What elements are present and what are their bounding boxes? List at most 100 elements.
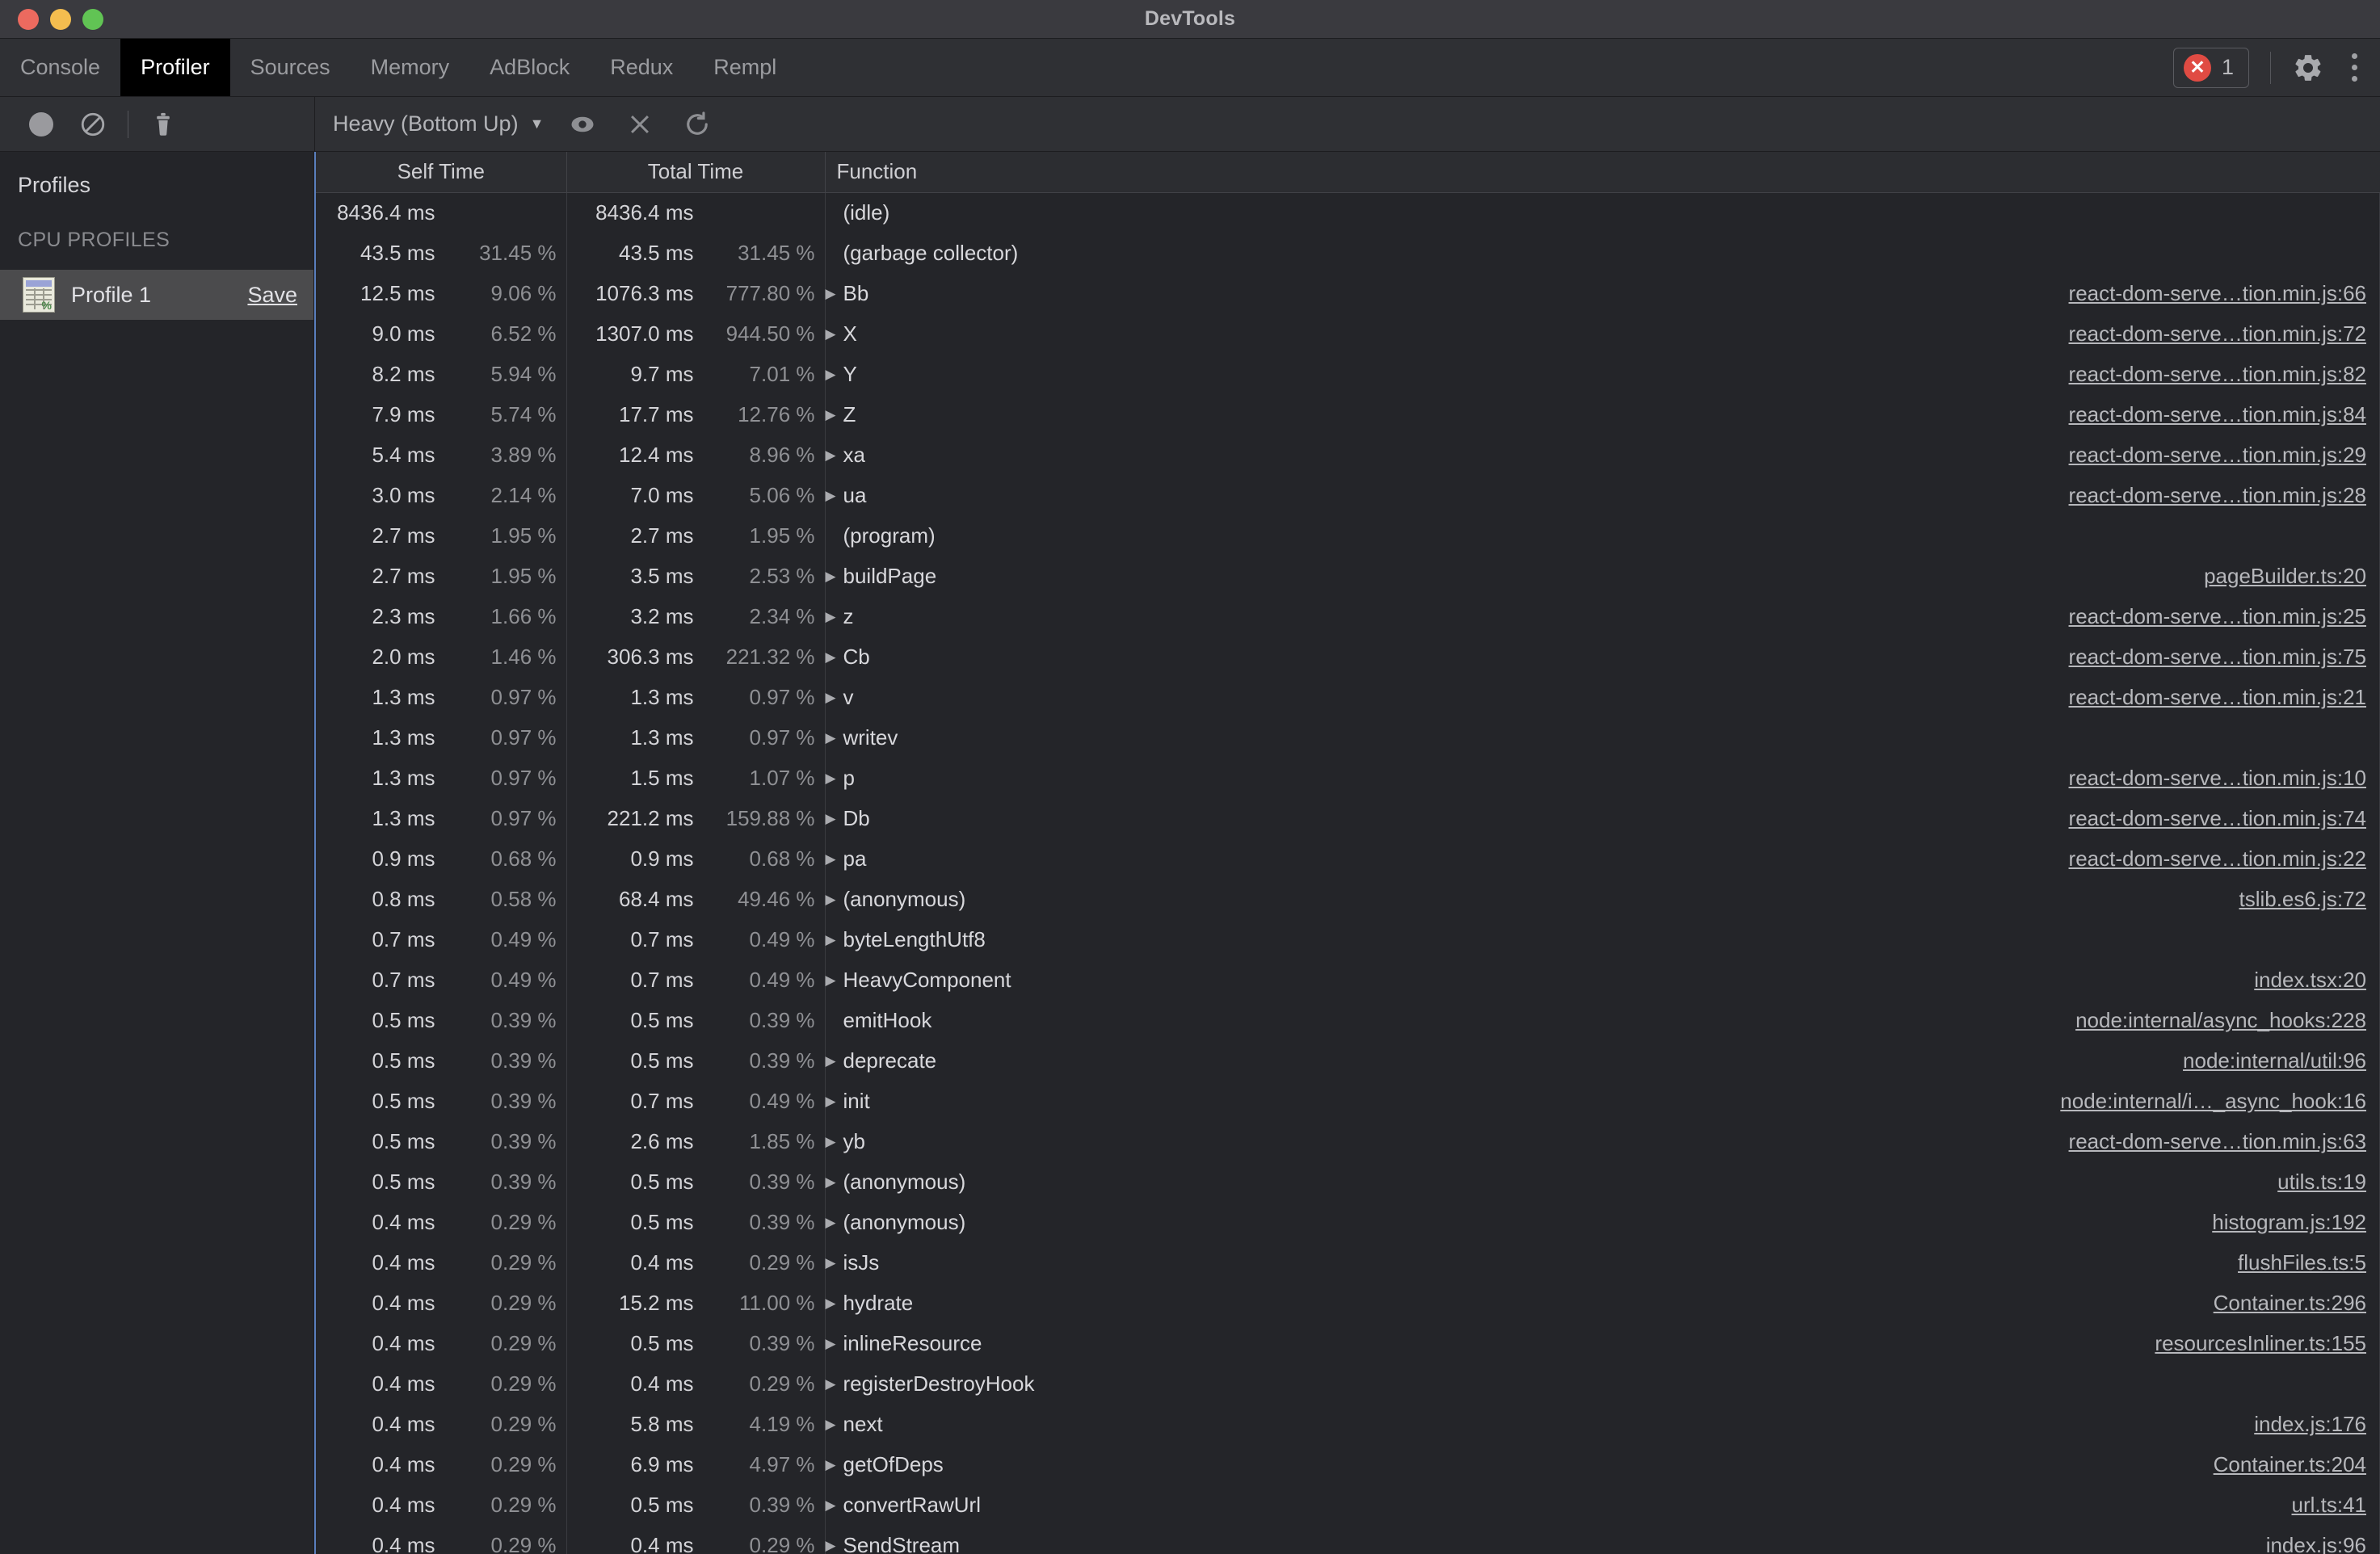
table-row[interactable]: 0.4 ms 0.29 % 15.2 ms 11.00 % ▶ hydrate Contai… — [316, 1283, 2380, 1324]
source-file-link[interactable]: react-dom-serve…tion.min.js:74 — [2069, 806, 2379, 831]
tab-memory[interactable]: Memory — [351, 39, 470, 96]
table-row[interactable]: 0.5 ms 0.39 % 0.5 ms 0.39 % ▶ (anonymous) util… — [316, 1161, 2380, 1203]
expand-triangle-icon[interactable]: ▶ — [826, 407, 843, 423]
table-row[interactable]: 0.4 ms 0.29 % 6.9 ms 4.97 % ▶ getOfDeps Contai… — [316, 1444, 2380, 1485]
table-row[interactable]: 8.2 ms 5.94 % 9.7 ms 7.01 % ▶ Yreact-dom-serv… — [316, 354, 2380, 395]
source-file-link[interactable]: histogram.js:192 — [2212, 1210, 2379, 1235]
close-x-icon[interactable] — [612, 111, 668, 138]
expand-triangle-icon[interactable]: ▶ — [826, 1417, 843, 1433]
expand-triangle-icon[interactable]: ▶ — [826, 447, 843, 464]
gear-icon[interactable] — [2292, 52, 2324, 84]
source-file-link[interactable]: react-dom-serve…tion.min.js:29 — [2069, 443, 2379, 468]
table-row[interactable]: 0.4 ms 0.29 % 0.4 ms 0.29 % ▶ SendStream index… — [316, 1525, 2380, 1554]
source-file-link[interactable]: pageBuilder.ts:20 — [2204, 564, 2379, 589]
source-file-link[interactable]: index.tsx:20 — [2254, 968, 2379, 993]
eye-icon[interactable] — [553, 110, 612, 139]
source-file-link[interactable]: node:internal/util:96 — [2183, 1048, 2379, 1073]
error-count-badge[interactable]: ✕ 1 — [2172, 47, 2249, 88]
expand-triangle-icon[interactable]: ▶ — [826, 851, 843, 867]
expand-triangle-icon[interactable]: ▶ — [826, 892, 843, 908]
trash-icon[interactable] — [137, 111, 190, 138]
table-row[interactable]: 2.3 ms 1.66 % 3.2 ms 2.34 % ▶ z react-dom-serv… — [316, 596, 2380, 637]
column-header-self-time[interactable]: Self Time — [316, 152, 567, 193]
expand-triangle-icon[interactable]: ▶ — [826, 730, 843, 746]
expand-triangle-icon[interactable]: ▶ — [826, 609, 843, 625]
source-file-link[interactable]: react-dom-serve…tion.min.js:28 — [2069, 483, 2379, 508]
source-file-link[interactable]: node:internal/i…_async_hook:16 — [2060, 1089, 2379, 1114]
expand-triangle-icon[interactable]: ▶ — [826, 1336, 843, 1352]
expand-triangle-icon[interactable]: ▶ — [826, 811, 843, 827]
table-row[interactable]: 0.9 ms 0.68 % 0.9 ms 0.68 % ▶ pa react-dom-ser… — [316, 838, 2380, 880]
column-header-total-time[interactable]: Total Time — [566, 152, 826, 193]
expand-triangle-icon[interactable]: ▶ — [826, 286, 843, 302]
source-file-link[interactable]: tslib.es6.js:72 — [2239, 887, 2379, 912]
source-file-link[interactable]: url.ts:41 — [2292, 1493, 2380, 1518]
expand-triangle-icon[interactable]: ▶ — [826, 1296, 843, 1312]
expand-triangle-icon[interactable]: ▶ — [826, 1134, 843, 1150]
source-file-link[interactable]: resourcesInliner.ts:155 — [2155, 1331, 2379, 1356]
table-row[interactable]: 0.4 ms 0.29 % 0.4 ms 0.29 % ▶ registerDestroy… — [316, 1363, 2380, 1405]
table-row[interactable]: 0.5 ms 0.39 % 0.7 ms 0.49 % ▶ init node:intern… — [316, 1081, 2380, 1122]
expand-triangle-icon[interactable]: ▶ — [826, 649, 843, 666]
table-row[interactable]: 5.4 ms 3.89 % 12.4 ms 8.96 % ▶ xa react-dom-se… — [316, 435, 2380, 476]
table-row[interactable]: 1.3 ms 0.97 % 1.3 ms 0.97 % ▶ v react-dom-serv… — [316, 677, 2380, 718]
view-mode-dropdown[interactable]: Heavy (Bottom Up) ▼ — [333, 111, 553, 136]
tab-adblock[interactable]: AdBlock — [469, 39, 590, 96]
source-file-link[interactable]: react-dom-serve…tion.min.js:66 — [2069, 281, 2379, 306]
table-row[interactable]: 0.5 ms0.39 %0.5 ms0.39 %▶emitHooknode:in… — [316, 1000, 2380, 1041]
table-row[interactable]: 2.7 ms 1.95 % 2.7 ms 1.95 % ▶(program) — [316, 515, 2380, 556]
expand-triangle-icon[interactable]: ▶ — [826, 569, 843, 585]
table-row[interactable]: 8436.4 ms 8436.4 ms ▶(idle) — [316, 192, 2380, 233]
tab-sources[interactable]: Sources — [230, 39, 351, 96]
table-row[interactable]: 7.9 ms 5.74 % 17.7 ms 12.76 % ▶ Zreact-dom-se… — [316, 394, 2380, 435]
expand-triangle-icon[interactable]: ▶ — [826, 1497, 843, 1514]
table-row[interactable]: 12.5 ms 9.06 % 1076.3 ms 777.80 % ▶ Bb react-d… — [316, 273, 2380, 314]
table-row[interactable]: 43.5 ms 31.45 % 43.5 ms 31.45 % ▶(garbage co… — [316, 233, 2380, 274]
table-row[interactable]: 0.4 ms 0.29 % 0.5 ms 0.39 % ▶ inlineResource r… — [316, 1323, 2380, 1364]
table-row[interactable]: 0.5 ms 0.39 % 2.6 ms 1.85 % ▶ yb react-dom-ser… — [316, 1121, 2380, 1162]
expand-triangle-icon[interactable]: ▶ — [826, 972, 843, 989]
column-header-function[interactable]: Function — [825, 152, 2380, 193]
expand-triangle-icon[interactable]: ▶ — [826, 690, 843, 706]
source-file-link[interactable]: flushFiles.ts:5 — [2238, 1250, 2379, 1275]
expand-triangle-icon[interactable]: ▶ — [826, 1174, 843, 1191]
source-file-link[interactable]: react-dom-serve…tion.min.js:75 — [2069, 645, 2379, 670]
source-file-link[interactable]: react-dom-serve…tion.min.js:72 — [2069, 321, 2379, 346]
expand-triangle-icon[interactable]: ▶ — [826, 367, 843, 383]
expand-triangle-icon[interactable]: ▶ — [826, 1538, 843, 1554]
ban-circle-icon[interactable] — [66, 111, 120, 138]
expand-triangle-icon[interactable]: ▶ — [826, 932, 843, 948]
table-row[interactable]: 3.0 ms 2.14 % 7.0 ms 5.06 % ▶ ua react-dom-ser… — [316, 475, 2380, 516]
table-row[interactable]: 0.7 ms 0.49 % 0.7 ms 0.49 % ▶ HeavyComponent i… — [316, 960, 2380, 1001]
table-row[interactable]: 0.4 ms 0.29 % 5.8 ms 4.19 % ▶ next index.js:17… — [316, 1404, 2380, 1445]
record-circle-icon[interactable] — [16, 111, 66, 136]
table-row[interactable]: 2.0 ms 1.46 % 306.3 ms 221.32 % ▶ Cb react-dom… — [316, 636, 2380, 678]
expand-triangle-icon[interactable]: ▶ — [826, 771, 843, 787]
source-file-link[interactable]: react-dom-serve…tion.min.js:82 — [2069, 362, 2379, 387]
table-row[interactable]: 0.4 ms 0.29 % 0.5 ms 0.39 % ▶ convertRawUrl ur… — [316, 1485, 2380, 1526]
save-profile-link[interactable]: Save — [247, 283, 297, 308]
table-row[interactable]: 0.8 ms 0.58 % 68.4 ms 49.46 % ▶ (anonymous) ts… — [316, 879, 2380, 920]
expand-triangle-icon[interactable]: ▶ — [826, 1053, 843, 1069]
source-file-link[interactable]: react-dom-serve…tion.min.js:25 — [2069, 604, 2379, 629]
refresh-icon[interactable] — [668, 110, 726, 139]
sidebar-item-profile-1[interactable]: % Profile 1 Save — [0, 270, 313, 320]
source-file-link[interactable]: react-dom-serve…tion.min.js:63 — [2069, 1129, 2379, 1154]
source-file-link[interactable]: index.js:176 — [2254, 1412, 2379, 1437]
expand-triangle-icon[interactable]: ▶ — [826, 1457, 843, 1473]
tab-console[interactable]: Console — [0, 39, 120, 96]
source-file-link[interactable]: react-dom-serve…tion.min.js:84 — [2069, 402, 2379, 427]
source-file-link[interactable]: react-dom-serve…tion.min.js:22 — [2069, 846, 2379, 872]
expand-triangle-icon[interactable]: ▶ — [826, 326, 843, 342]
source-file-link[interactable]: index.js:96 — [2266, 1533, 2379, 1554]
expand-triangle-icon[interactable]: ▶ — [826, 1094, 843, 1110]
source-file-link[interactable]: utils.ts:19 — [2277, 1170, 2379, 1195]
table-row[interactable]: 1.3 ms 0.97 % 221.2 ms 159.88 % ▶ Db react-dom… — [316, 798, 2380, 839]
table-row[interactable]: 0.4 ms 0.29 % 0.4 ms 0.29 % ▶ isJs flushFiles.… — [316, 1242, 2380, 1283]
expand-triangle-icon[interactable]: ▶ — [826, 1255, 843, 1271]
table-row[interactable]: 0.5 ms 0.39 % 0.5 ms 0.39 % ▶ deprecate node:i… — [316, 1040, 2380, 1082]
tab-profiler[interactable]: Profiler — [120, 39, 230, 96]
table-row[interactable]: 0.4 ms 0.29 % 0.5 ms 0.39 % ▶ (anonymous) hist… — [316, 1202, 2380, 1243]
source-file-link[interactable]: Container.ts:296 — [2214, 1291, 2379, 1316]
table-row[interactable]: 9.0 ms 6.52 % 1307.0 ms 944.50 % ▶ Xreact-dom… — [316, 313, 2380, 355]
